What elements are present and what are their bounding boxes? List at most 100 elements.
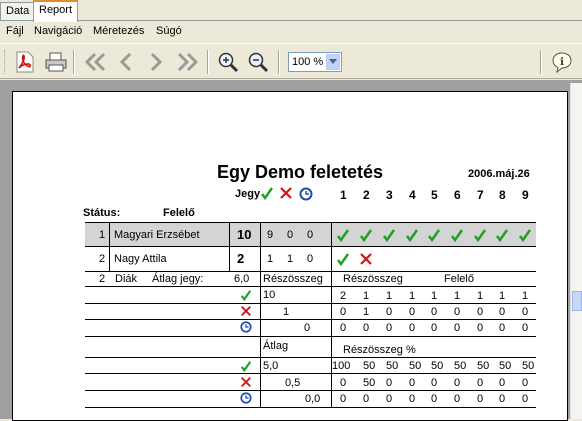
summary-cell: 0 <box>522 377 529 389</box>
col-divider <box>331 271 332 407</box>
summary-cell: 0 <box>386 306 393 318</box>
summary-cell: 0 <box>454 377 461 389</box>
summary-cell: 0 <box>363 393 370 405</box>
summary-cell: 1 <box>409 290 416 302</box>
toolbar-separator <box>278 50 280 74</box>
tab-report[interactable]: Report <box>33 0 79 22</box>
first-page-icon[interactable] <box>84 50 108 74</box>
summary-cell: 0 <box>340 377 347 389</box>
chevron-down-icon[interactable] <box>326 54 340 70</box>
cross-icon <box>279 186 293 203</box>
student-grade: 10 <box>237 227 252 242</box>
row-divider <box>85 390 536 391</box>
reszosszeg-pct-label: Részösszeg % <box>343 344 416 356</box>
felelo-label: Felelő <box>444 273 474 285</box>
summary-cell: 0 <box>431 377 438 389</box>
atlag-jegy-label: Átlag jegy: <box>152 273 204 285</box>
column-number: 6 <box>454 188 461 202</box>
scrollbar-thumb[interactable] <box>572 291 582 311</box>
zoom-in-icon[interactable] <box>216 50 240 74</box>
student-ok-count: 9 <box>267 229 274 241</box>
print-icon[interactable] <box>44 50 68 74</box>
summary-cell: 50 <box>522 360 535 372</box>
menu-help[interactable]: Súgó <box>156 25 182 37</box>
summary-cell: 50 <box>477 360 490 372</box>
check-icon <box>427 228 441 245</box>
bad-total: 1 <box>283 306 290 318</box>
student-late-count: 0 <box>307 253 314 265</box>
status-value: Felelő <box>163 207 195 219</box>
summary-cell: 0 <box>499 377 506 389</box>
row-divider <box>85 271 536 272</box>
summary-cell: 1 <box>454 290 461 302</box>
summary-cell: 50 <box>363 377 376 389</box>
summary-cell: 0 <box>499 322 506 334</box>
menu-zoom[interactable]: Méretezés <box>93 25 144 37</box>
summary-cell: 0 <box>477 322 484 334</box>
summary-cell: 0 <box>340 393 347 405</box>
col-divider <box>229 222 230 271</box>
ok-avg: 5,0 <box>263 360 279 372</box>
check-icon <box>473 228 487 245</box>
summary-cell: 2 <box>340 290 347 302</box>
tab-data[interactable]: Data <box>0 2 36 20</box>
report-viewer[interactable]: Egy Demo feletetés 2006.máj.26 Jegy Stát… <box>0 80 582 421</box>
summary-cell: 0 <box>454 322 461 334</box>
check-icon <box>336 228 350 245</box>
menu-bar: Fájl Navigáció Méretezés Súgó <box>0 21 582 41</box>
check-icon <box>240 360 252 375</box>
vertical-scrollbar[interactable] <box>570 83 582 419</box>
column-number: 4 <box>409 188 416 202</box>
report-page: Egy Demo feletetés 2006.máj.26 Jegy Stát… <box>12 91 568 421</box>
col-divider <box>109 222 110 271</box>
summary-cell: 50 <box>454 360 467 372</box>
ok-total: 10 <box>263 289 276 301</box>
col-divider <box>260 271 261 407</box>
info-icon[interactable]: i <box>550 50 574 74</box>
summary-cell: 50 <box>386 360 399 372</box>
summary-cell: 0 <box>409 306 416 318</box>
last-page-icon[interactable] <box>175 50 199 74</box>
tab-data-label: Data <box>6 5 30 17</box>
toolbar: 100 % i <box>0 43 582 79</box>
check-icon <box>405 228 419 245</box>
check-icon <box>450 228 464 245</box>
tab-bar: Data Report <box>0 0 582 22</box>
menu-file[interactable]: Fájl <box>6 25 24 37</box>
column-number: 1 <box>340 188 347 202</box>
pdf-icon[interactable] <box>13 50 37 74</box>
check-icon <box>336 252 350 269</box>
next-page-icon[interactable] <box>144 50 168 74</box>
summary-cell: 1 <box>363 306 370 318</box>
clock-icon <box>240 321 252 336</box>
menu-navigation[interactable]: Navigáció <box>34 25 82 37</box>
summary-cell: 50 <box>499 360 512 372</box>
summary-cell: 1 <box>386 290 393 302</box>
toolbar-separator <box>73 50 75 74</box>
summary-cell: 1 <box>363 290 370 302</box>
prev-page-icon[interactable] <box>114 50 138 74</box>
summary-cell: 0 <box>499 306 506 318</box>
reszosszeg-label: Részösszeg <box>263 273 323 285</box>
summary-cell: 0 <box>477 393 484 405</box>
summary-cell: 0 <box>431 322 438 334</box>
summary-cell: 0 <box>522 322 529 334</box>
report-title: Egy Demo feletetés <box>217 162 384 182</box>
zoom-out-icon[interactable] <box>246 50 270 74</box>
diak-label: Diák <box>115 273 138 285</box>
check-icon <box>518 228 532 245</box>
toolbar-separator <box>540 50 542 74</box>
check-icon <box>382 228 396 245</box>
diak-count: 2 <box>99 273 106 285</box>
report-date: 2006.máj.26 <box>468 168 530 180</box>
summary-cell: 0 <box>522 306 529 318</box>
summary-cell: 1 <box>431 290 438 302</box>
tab-report-label: Report <box>39 4 73 16</box>
zoom-select[interactable]: 100 % <box>288 52 342 72</box>
summary-cell: 1 <box>477 290 484 302</box>
row-divider <box>85 319 536 320</box>
cross-icon <box>359 252 373 269</box>
summary-cell: 0 <box>409 393 416 405</box>
summary-cell: 0 <box>340 322 347 334</box>
summary-cell: 100 <box>332 360 351 372</box>
